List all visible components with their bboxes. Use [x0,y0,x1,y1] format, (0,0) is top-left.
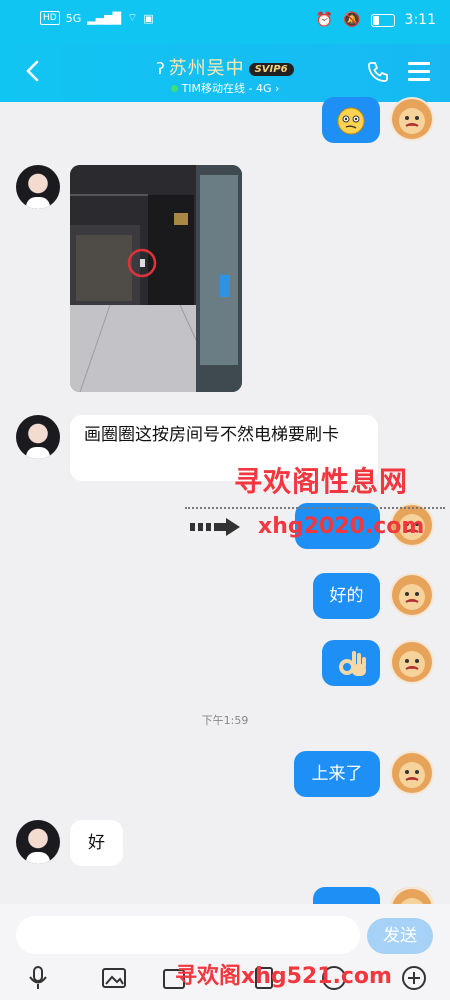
plus-icon[interactable] [400,964,428,992]
mute-icon: 🔕 [343,12,361,28]
signal-label: 5G [65,11,82,25]
message-input[interactable] [16,916,360,954]
sticker-bubble[interactable] [322,640,380,686]
contact-avatar[interactable] [16,165,60,209]
my-avatar[interactable] [390,97,434,141]
alarm-icon: ⏰ [315,12,334,28]
watermark-divider [185,507,445,509]
contact-avatar[interactable] [16,820,60,864]
online-dot [170,85,178,92]
watermark-site-name: 寻欢阁性息网 [234,465,409,498]
hd-badge: HD [40,11,60,25]
ear-icon: ʔ [156,59,165,78]
menu-icon[interactable] [408,62,430,82]
microphone-icon[interactable] [24,964,52,992]
clock: 3:11 [404,12,436,28]
watermark-url: xhg2020.com [258,514,425,539]
watermark-arrow-icon [190,518,240,536]
my-avatar[interactable] [390,640,434,684]
shared-photo[interactable] [70,165,242,392]
my-avatar[interactable] [390,573,434,617]
send-button[interactable]: 发送 [367,918,433,954]
message-timestamp: 下午1:59 [201,714,249,727]
svip-badge: SVIP6 [248,62,294,76]
ok-hand-icon [339,651,366,676]
sticker-bubble[interactable] [322,97,380,143]
status-bar: HD 5G ▂▄▆█ ⌔ ▣ ⏰ 🔕 3:11 [0,0,450,44]
outgoing-message[interactable]: 上来了 [294,751,380,797]
battery-icon [370,13,395,27]
image-icon[interactable] [100,964,128,992]
watermark-bottom: 寻欢阁xhg521.com [175,964,392,989]
wifi-icon: ⌔ [127,11,138,24]
signal-icon: ▂▄▆█ [87,11,122,25]
contact-avatar[interactable] [16,415,60,459]
phone-icon[interactable] [366,60,390,84]
confused-emoji-icon [337,107,365,135]
notification-icon: ▣ [143,11,154,25]
chat-header: ʔ 苏州吴中 SVIP6 TIM移动在线 - 4G › [0,44,450,102]
contact-name: 苏州吴中 [168,58,245,79]
my-avatar[interactable] [390,887,434,905]
outgoing-message[interactable]: 好的 [313,573,380,619]
my-avatar[interactable] [390,751,434,795]
incoming-message[interactable]: 好 [70,820,123,866]
